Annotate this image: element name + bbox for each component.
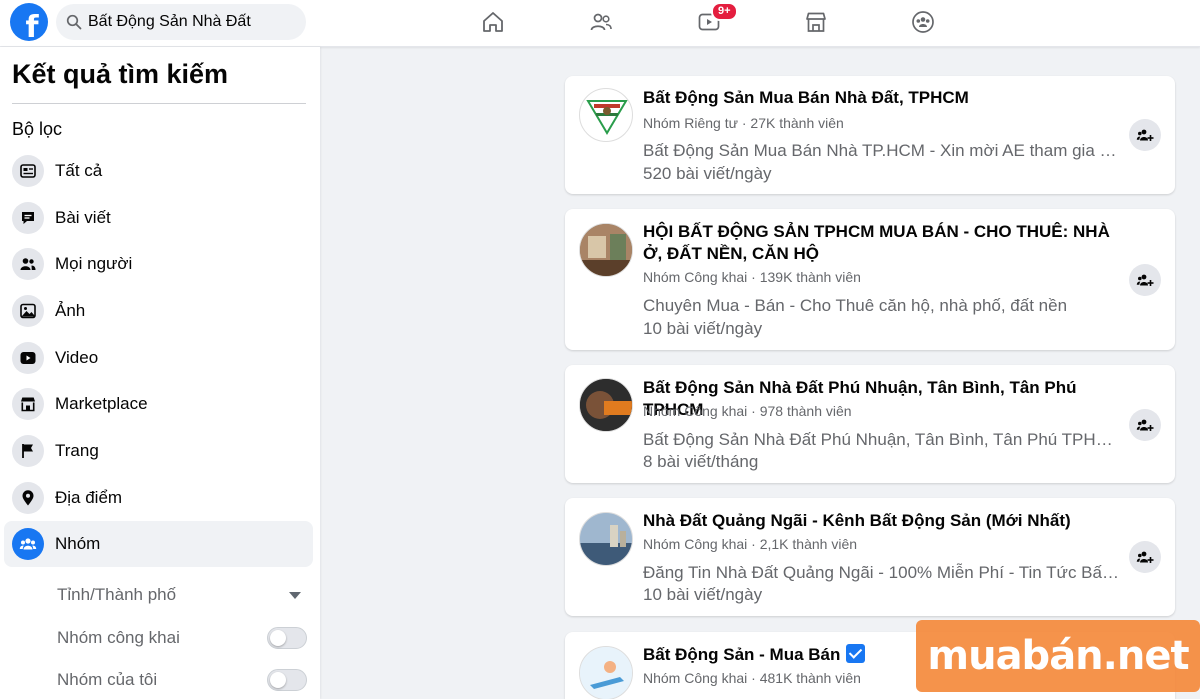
sidebar-item-places[interactable]: Địa điểm: [4, 475, 313, 521]
nav-friends[interactable]: [587, 8, 615, 36]
watermark-logo: muabán.net: [916, 620, 1200, 692]
posts-icon: [12, 202, 44, 234]
nav-watch[interactable]: 9+: [695, 2, 738, 36]
photos-icon: [12, 295, 44, 327]
group-post-rate: 10 bài viết/ngày: [643, 319, 763, 338]
sidebar-item-pages[interactable]: Trang: [4, 428, 313, 474]
page-title: Kết quả tìm kiếm: [12, 59, 229, 89]
sidebar-item-label: Marketplace: [55, 394, 148, 413]
group-join-icon: [1136, 274, 1154, 286]
group-avatar: [579, 378, 633, 432]
group-description: Đăng Tin Nhà Đất Quảng Ngãi - 100% Miễn …: [643, 563, 1121, 582]
province-filter-dropdown[interactable]: Tỉnh/Thành phố: [57, 580, 307, 610]
filter-label: Nhóm của tôi: [57, 670, 158, 689]
group-meta: Nhóm Công khai · 481K thành viên: [643, 670, 861, 686]
group-meta: Nhóm Riêng tư · 27K thành viên: [643, 115, 844, 131]
filter-label: Tỉnh/Thành phố: [57, 585, 177, 604]
groups-icon: [912, 11, 934, 33]
my-groups-filter: Nhóm của tôi: [57, 665, 307, 695]
sidebar-item-video[interactable]: Video: [4, 335, 313, 381]
group-avatar: [579, 88, 633, 142]
group-result-card[interactable]: Nhà Đất Quảng Ngãi - Kênh Bất Động Sản (…: [565, 498, 1175, 616]
filter-label: Nhóm công khai: [57, 628, 180, 647]
sidebar-item-label: Tất cả: [55, 161, 103, 180]
sidebar-item-label: Bài viết: [55, 208, 111, 227]
flag-icon: [12, 435, 44, 467]
group-result-card[interactable]: HỘI BẤT ĐỘNG SẢN TPHCM MUA BÁN - CHO THU…: [565, 209, 1175, 350]
nav-home[interactable]: [479, 8, 507, 36]
public-groups-toggle[interactable]: [267, 627, 307, 649]
marketplace-icon: [12, 388, 44, 420]
divider: [12, 103, 306, 104]
group-join-icon: [1136, 419, 1154, 431]
people-icon: [12, 248, 44, 280]
top-navigation-bar: f 9+: [0, 0, 1200, 47]
group-post-rate: 8 bài viết/tháng: [643, 452, 759, 471]
group-avatar: [579, 512, 633, 566]
sidebar-item-label: Địa điểm: [55, 488, 123, 507]
group-description: Chuyên Mua - Bán - Cho Thuê căn hộ, nhà …: [643, 296, 1068, 315]
my-groups-toggle[interactable]: [267, 669, 307, 691]
notification-badge: 9+: [711, 2, 738, 21]
join-group-button[interactable]: [1129, 541, 1161, 573]
all-icon: [12, 155, 44, 187]
store-icon: [806, 12, 826, 32]
groups-icon: [12, 528, 44, 560]
nav-groups[interactable]: [909, 8, 937, 36]
group-avatar: [579, 646, 633, 699]
sidebar-item-label: Ảnh: [55, 301, 86, 320]
group-avatar: [579, 223, 633, 277]
nav-marketplace[interactable]: [802, 8, 830, 36]
join-group-button[interactable]: [1129, 409, 1161, 441]
facebook-logo[interactable]: f: [10, 3, 48, 41]
sidebar-item-people[interactable]: Mọi người: [4, 241, 313, 287]
video-icon: [12, 342, 44, 374]
sidebar-item-label: Video: [55, 348, 99, 367]
sidebar-item-posts[interactable]: Bài viết: [4, 195, 313, 241]
friends-icon: [590, 13, 612, 31]
public-groups-filter: Nhóm công khai: [57, 623, 307, 653]
group-description: Bất Động Sản Mua Bán Nhà TP.HCM - Xin mờ…: [643, 141, 1121, 160]
group-description: Bất Động Sản Nhà Đất Phú Nhuận, Tân Bình…: [643, 430, 1121, 449]
search-filters-sidebar: Kết quả tìm kiếm Bộ lọc Tất cả Bài viết …: [0, 47, 320, 699]
sidebar-item-photos[interactable]: Ảnh: [4, 288, 313, 334]
join-group-button[interactable]: [1129, 264, 1161, 296]
group-title[interactable]: HỘI BẤT ĐỘNG SẢN TPHCM MUA BÁN - CHO THU…: [643, 221, 1133, 265]
group-post-rate: 10 bài viết/ngày: [643, 585, 763, 604]
sidebar-item-label: Trang: [55, 441, 99, 460]
sidebar-item-groups[interactable]: Nhóm: [4, 521, 313, 567]
group-result-card[interactable]: Bất Động Sản Mua Bán Nhà Đất, TPHCM Nhóm…: [565, 76, 1175, 194]
group-post-rate: 520 bài viết/ngày: [643, 164, 772, 183]
search-box[interactable]: [56, 4, 306, 40]
home-icon: [483, 12, 503, 32]
search-icon: [66, 14, 82, 30]
filter-heading: Bộ lọc: [12, 119, 63, 139]
join-group-button[interactable]: [1129, 119, 1161, 151]
group-title[interactable]: Nhà Đất Quảng Ngãi - Kênh Bất Động Sản (…: [643, 510, 1133, 532]
verified-checkbox-icon: [846, 644, 866, 663]
group-meta: Nhóm Công khai · 139K thành viên: [643, 269, 861, 285]
sidebar-item-label: Nhóm: [55, 534, 101, 553]
sidebar-item-label: Mọi người: [55, 254, 133, 273]
group-join-icon: [1136, 129, 1154, 141]
group-meta: Nhóm Công khai · 978 thành viên: [643, 403, 852, 419]
caret-down-icon: [289, 591, 301, 599]
search-input[interactable]: [88, 13, 288, 31]
group-meta: Nhóm Công khai · 2,1K thành viên: [643, 536, 858, 552]
group-join-icon: [1136, 551, 1154, 563]
group-result-card[interactable]: Bất Động Sản Nhà Đất Phú Nhuận, Tân Bình…: [565, 365, 1175, 483]
sidebar-item-marketplace[interactable]: Marketplace: [4, 381, 313, 427]
location-pin-icon: [12, 482, 44, 514]
sidebar-item-all[interactable]: Tất cả: [4, 148, 313, 194]
group-title[interactable]: Bất Động Sản Mua Bán Nhà Đất, TPHCM: [643, 87, 1133, 109]
